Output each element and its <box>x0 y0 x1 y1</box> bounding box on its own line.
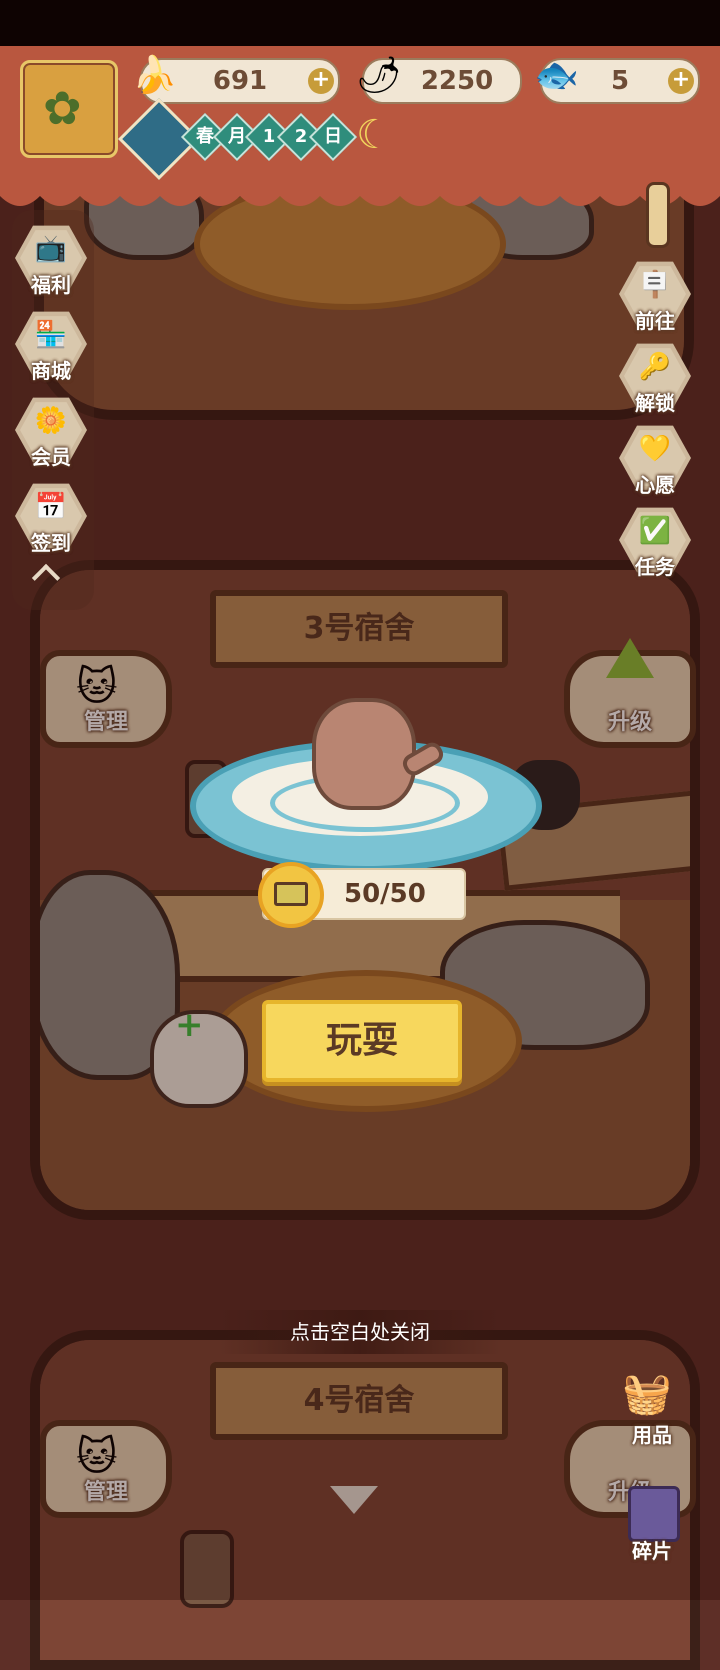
fragments-label: 碎片 <box>632 1539 672 1563</box>
task-icon: ✅ <box>638 516 672 546</box>
pepper-value: 2250 <box>420 66 494 96</box>
manage-label: 管理 <box>83 1480 128 1505</box>
supplies-label: 用品 <box>632 1423 672 1447</box>
rope-icon <box>646 182 670 248</box>
plus-icon[interactable]: + <box>308 68 334 94</box>
welfare-button[interactable]: 📺 福利 <box>12 222 90 300</box>
play-button[interactable]: 玩耍 <box>262 1000 462 1082</box>
banana-value: 691 <box>212 66 268 96</box>
task-button[interactable]: ✅ 任务 <box>616 504 694 582</box>
battery-icon <box>258 862 324 928</box>
wish-button[interactable]: 💛 心愿 <box>616 422 694 500</box>
task-label: 任务 <box>635 555 675 579</box>
welfare-label: 福利 <box>31 273 71 297</box>
heart-book-icon: 💛 <box>638 434 672 464</box>
fire-pepper-icon: 🌶 <box>356 55 402 96</box>
signboard-icon: 🪧 <box>638 270 672 300</box>
up-arrow-icon <box>606 638 654 678</box>
scallop-border <box>0 186 720 206</box>
unlock-label: 解锁 <box>635 391 675 415</box>
plus-icon[interactable]: + <box>668 68 694 94</box>
tv-icon: 📺 <box>34 234 68 264</box>
shop-button[interactable]: 🏪 商城 <box>12 308 90 386</box>
room-4-title: 4号宿舍 <box>303 1383 415 1418</box>
room-4-sign: 4号宿舍 <box>210 1362 508 1440</box>
calendar-icon: 📅 <box>34 492 68 522</box>
key-icon: 🔑 <box>638 352 672 382</box>
status-bar <box>0 0 720 46</box>
blue-fish-icon: 🐟 <box>534 55 579 96</box>
supplies-button[interactable]: 🧺 用品 <box>612 1370 692 1450</box>
close-hint-text: 点击空白处关闭 <box>290 1320 430 1344</box>
avatar[interactable]: ✿ <box>20 60 118 158</box>
manage-button[interactable]: 🐱 管理 <box>40 650 172 748</box>
heal-plus-icon: + <box>175 1005 204 1045</box>
upgrade-label: 升级 <box>607 710 652 735</box>
cat-card-icon <box>628 1486 680 1542</box>
checkin-label: 签到 <box>31 531 71 555</box>
member-button[interactable]: 🌼 会员 <box>12 394 90 472</box>
manage-button[interactable]: 🐱 管理 <box>40 1420 172 1518</box>
member-label: 会员 <box>31 445 71 469</box>
manage-label: 管理 <box>83 710 128 735</box>
room-3-sign: 3号宿舍 <box>210 590 508 668</box>
clover-icon: ✿ <box>43 81 82 135</box>
goto-label: 前往 <box>635 309 675 333</box>
banana-icon: 🍌 <box>132 55 177 96</box>
upgrade-button[interactable]: 升级 <box>564 638 696 748</box>
fragments-button[interactable]: 碎片 <box>612 1486 692 1566</box>
wish-label: 心愿 <box>635 473 675 497</box>
shop-icon: 🏪 <box>34 320 68 350</box>
flower-badge-icon: 🌼 <box>34 406 68 436</box>
room-3-title: 3号宿舍 <box>303 611 415 646</box>
goto-button[interactable]: 🪧 前往 <box>616 258 694 336</box>
close-hint: 点击空白处关闭 <box>220 1310 500 1354</box>
moon-icon[interactable]: ☾ <box>356 112 392 158</box>
lantern-icon <box>180 1530 234 1608</box>
orange-cat[interactable] <box>312 698 416 810</box>
unlock-button[interactable]: 🔑 解锁 <box>616 340 694 418</box>
play-label: 玩耍 <box>325 1020 398 1061</box>
supplies-icon: 🧺 <box>622 1371 672 1417</box>
triangle-down-icon[interactable] <box>330 1486 378 1514</box>
energy-value: 50/50 <box>344 879 426 909</box>
checkin-button[interactable]: 📅 签到 <box>12 480 90 558</box>
shop-label: 商城 <box>31 359 71 383</box>
fish-value: 5 <box>610 66 630 96</box>
